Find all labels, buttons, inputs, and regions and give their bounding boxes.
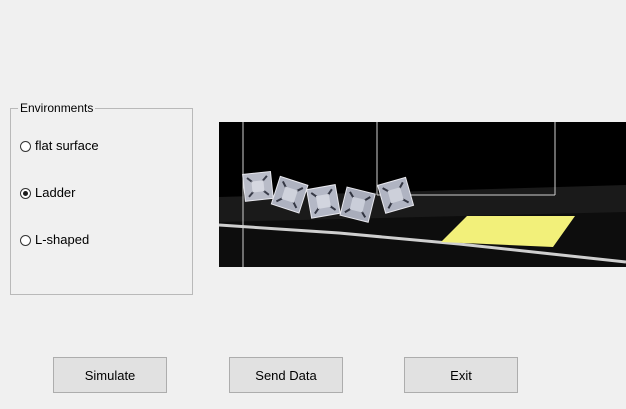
environments-groupbox: Environments (10, 101, 193, 295)
environments-title: Environments (18, 101, 96, 116)
radio-l-shaped-label: L-shaped (35, 232, 90, 247)
send-data-button[interactable]: Send Data (229, 357, 343, 393)
radio-flat-surface[interactable]: flat surface (20, 138, 99, 154)
simulation-scene (219, 122, 626, 267)
simulate-button[interactable]: Simulate (53, 357, 167, 393)
simulation-viewport[interactable] (219, 122, 626, 267)
radio-selected-dot (23, 190, 28, 196)
radio-flat-surface-label: flat surface (35, 138, 99, 153)
radio-flat-surface-indicator[interactable] (20, 140, 31, 152)
radio-l-shaped-indicator[interactable] (20, 234, 31, 246)
radio-ladder-label: Ladder (35, 185, 76, 200)
radio-ladder-indicator[interactable] (20, 187, 31, 199)
exit-button[interactable]: Exit (404, 357, 518, 393)
radio-ladder[interactable]: Ladder (20, 185, 75, 201)
radio-l-shaped[interactable]: L-shaped (20, 232, 89, 248)
